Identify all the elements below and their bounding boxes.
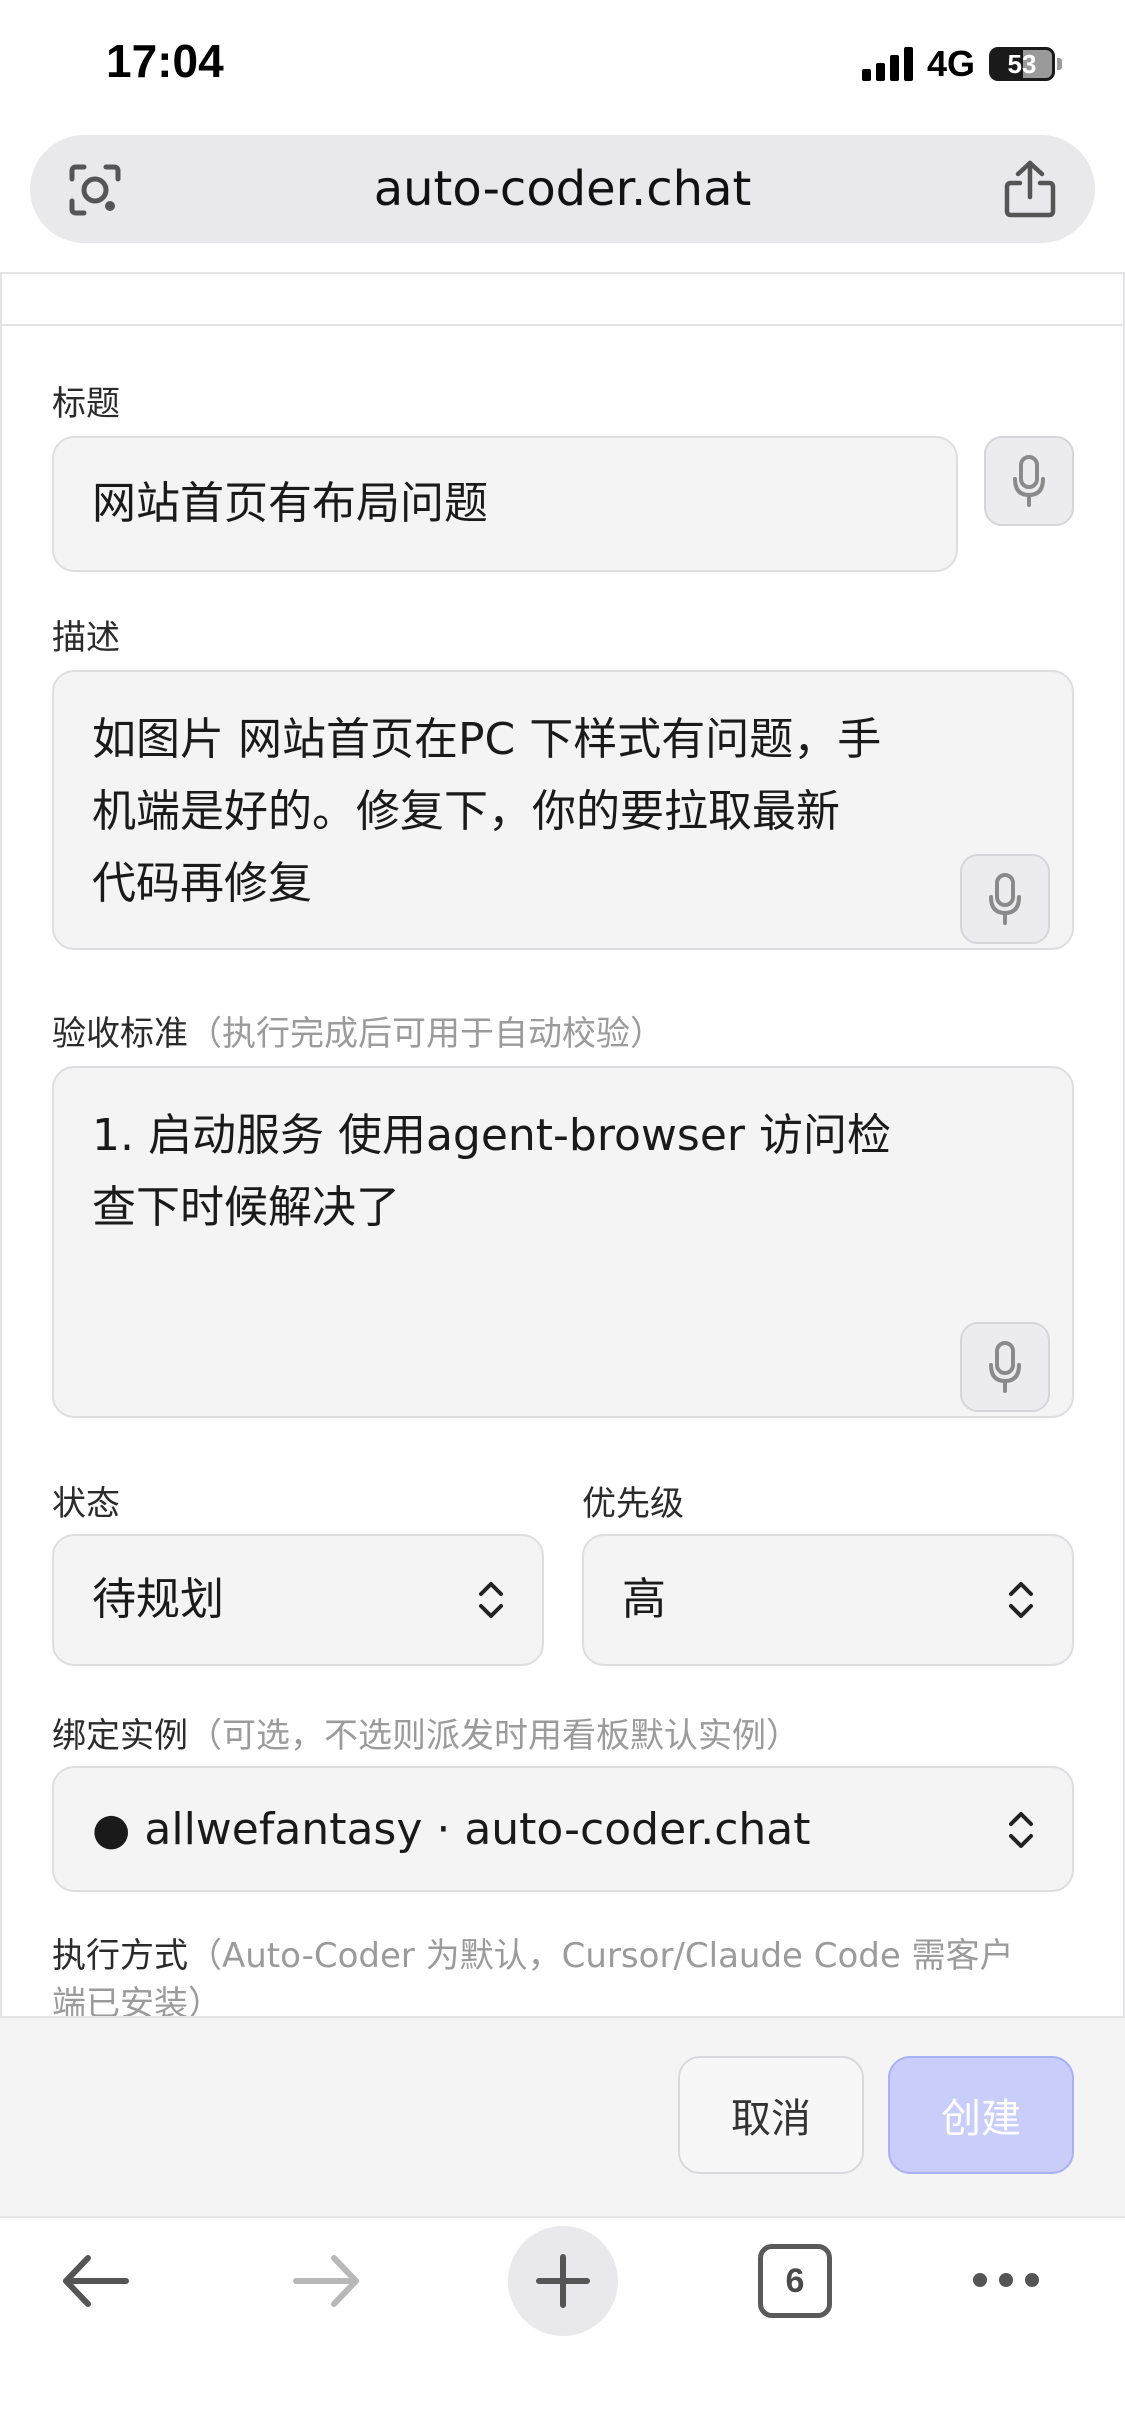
acceptance-label-text: 验收标准 [52, 1014, 188, 1054]
status-time: 17:04 [106, 35, 224, 87]
microphone-icon [1013, 455, 1045, 507]
back-arrow-icon[interactable] [58, 2248, 132, 2314]
description-line-3: 代码再修复 [92, 858, 312, 909]
microphone-icon [989, 1341, 1021, 1393]
chevron-up-down-icon [1009, 1582, 1033, 1618]
title-input-value: 网站首页有布局问题 [92, 478, 488, 529]
acceptance-label: 验收标准（执行完成后可用于自动校验） [52, 1006, 664, 1055]
plus-icon [536, 2254, 590, 2308]
status-bar: 17:04 4G 53 [0, 0, 1125, 130]
description-line-2: 机端是好的。修复下，你的要拉取最新 [92, 786, 840, 837]
instance-hint: （可选，不选则派发时用看板默认实例） [188, 1716, 800, 1756]
chevron-up-down-icon [479, 1582, 503, 1618]
status-label: 状态 [52, 1484, 120, 1524]
instance-label: 绑定实例（可选，不选则派发时用看板默认实例） [52, 1708, 800, 1757]
create-button[interactable]: 创建 [888, 2056, 1074, 2174]
title-mic-button[interactable] [984, 436, 1074, 526]
acceptance-line-2: 查下时候解决了 [92, 1182, 400, 1233]
status-indicators: 4G 53 [861, 43, 1062, 84]
description-textarea[interactable]: 如图片 网站首页在PC 下样式有问题，手 机端是好的。修复下，你的要拉取最新 代… [52, 670, 1074, 950]
microphone-icon [989, 873, 1021, 925]
priority-label: 优先级 [582, 1484, 684, 1524]
instance-select[interactable]: ● allwefantasy · auto-coder.chat [52, 1766, 1074, 1892]
share-icon[interactable] [1003, 159, 1057, 219]
description-mic-button[interactable] [960, 854, 1050, 944]
priority-select-value: 高 [622, 1574, 666, 1625]
battery-level: 53 [1007, 48, 1037, 79]
address-bar[interactable]: auto-coder.chat [30, 135, 1095, 243]
url-text[interactable]: auto-coder.chat [30, 135, 1095, 243]
chevron-up-down-icon [1009, 1812, 1033, 1848]
modal-header-area [0, 272, 1125, 326]
network-type: 4G [926, 43, 975, 84]
status-select[interactable]: 待规划 [52, 1534, 544, 1666]
acceptance-textarea[interactable]: 1. 启动服务 使用agent-browser 访问检 查下时候解决了 [52, 1066, 1074, 1418]
acceptance-line-1: 1. 启动服务 使用agent-browser 访问检 [92, 1110, 891, 1161]
instance-label-text: 绑定实例 [52, 1716, 188, 1756]
modal-left-border [0, 272, 2, 2212]
priority-select[interactable]: 高 [582, 1534, 1074, 1666]
execution-label: 执行方式（Auto-Coder 为默认，Cursor/Claude Code 需… [52, 1932, 1082, 2028]
more-options-icon[interactable] [970, 2268, 1042, 2292]
description-line-1: 如图片 网站首页在PC 下样式有问题，手 [92, 714, 882, 765]
acceptance-mic-button[interactable] [960, 1322, 1050, 1412]
signal-icon [861, 47, 913, 81]
acceptance-hint: （执行完成后可用于自动校验） [188, 1014, 664, 1054]
forward-arrow-icon[interactable] [290, 2248, 364, 2314]
status-select-value: 待规划 [92, 1574, 224, 1625]
title-label: 标题 [52, 384, 120, 424]
instance-select-value: ● allwefantasy · auto-coder.chat [92, 1804, 811, 1855]
cancel-button[interactable]: 取消 [678, 2056, 864, 2174]
tab-count-button[interactable]: 6 [758, 2244, 832, 2318]
title-input[interactable]: 网站首页有布局问题 [52, 436, 958, 572]
new-tab-button[interactable] [508, 2226, 618, 2336]
execution-label-text: 执行方式 [52, 1936, 188, 1976]
description-label: 描述 [52, 618, 120, 658]
battery-icon: 53 [989, 47, 1062, 81]
execution-hint-line-1: （Auto-Coder 为默认，Cursor/Claude Code 需客户 [188, 1936, 1014, 1976]
